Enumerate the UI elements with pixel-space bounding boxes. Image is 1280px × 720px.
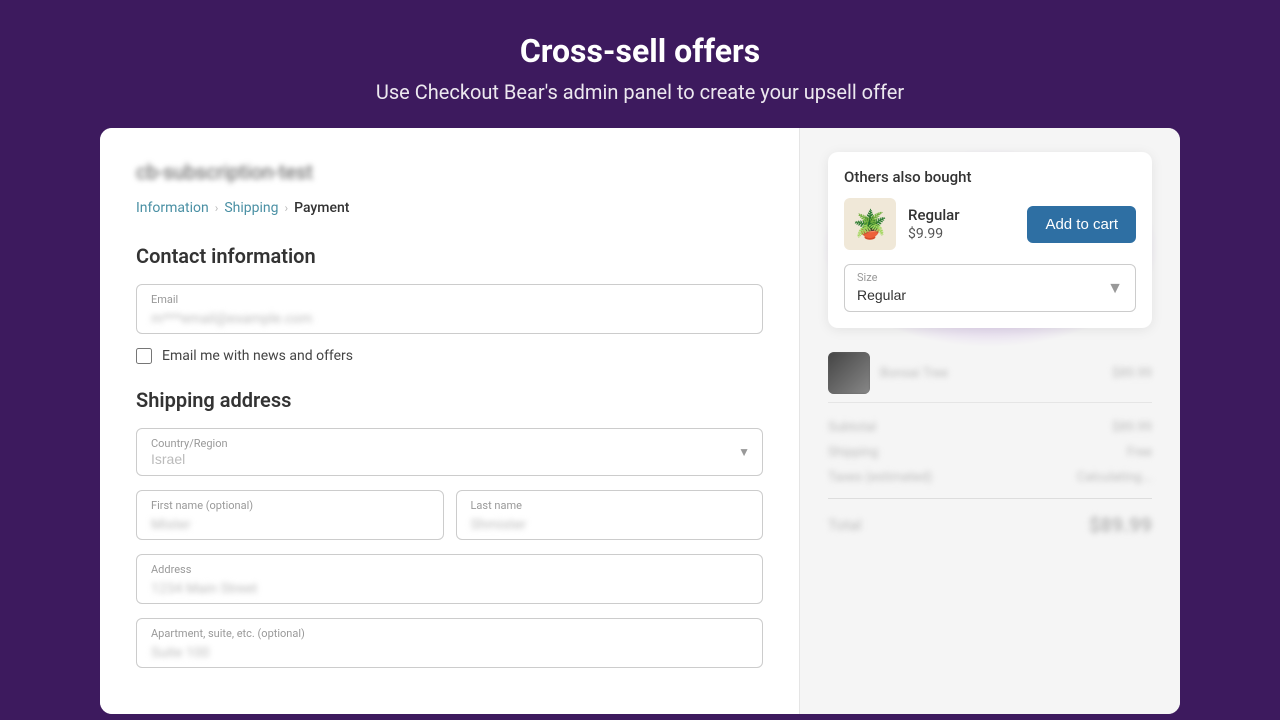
- breadcrumb-sep-1: ›: [215, 201, 219, 215]
- size-label: Size: [857, 271, 877, 284]
- summary-divider: [828, 498, 1152, 499]
- shipping-value: Free: [1127, 445, 1152, 460]
- product-info: Regular $9.99: [908, 206, 1015, 242]
- order-item-name: Bonsai Tree: [880, 366, 1102, 381]
- shipping-section-title: Shipping address: [136, 388, 763, 412]
- apartment-value: Suite 100: [151, 645, 210, 661]
- header: Cross-sell offers Use Checkout Bear's ad…: [0, 0, 1280, 128]
- taxes-row: Taxes (estimated) Calculating...: [828, 465, 1152, 490]
- email-newsletter-row: Email me with news and offers: [136, 348, 763, 364]
- subtotal-row: Subtotal $89.99: [828, 415, 1152, 440]
- taxes-label: Taxes (estimated): [828, 470, 932, 485]
- product-name: Regular: [908, 206, 1015, 224]
- email-value: m***email@example.com: [151, 311, 312, 327]
- crosssell-product-row: 🪴 Regular $9.99 Add to cart: [844, 198, 1136, 250]
- first-name-form-group: First name (optional) Mister: [136, 490, 444, 540]
- right-panel: Others also bought 🪴 Regular $9.99 Add t…: [800, 128, 1180, 714]
- address-label: Address: [151, 563, 748, 576]
- total-row: Total $89.99: [828, 507, 1152, 543]
- total-label: Total: [828, 516, 862, 534]
- page-subtitle: Use Checkout Bear's admin panel to creat…: [20, 80, 1260, 104]
- product-price: $9.99: [908, 226, 1015, 242]
- taxes-value: Calculating...: [1077, 470, 1152, 485]
- order-item-row: Bonsai Tree $89.99: [828, 344, 1152, 403]
- last-name-wrapper[interactable]: Last name Shmister: [456, 490, 764, 540]
- breadcrumb-payment[interactable]: Payment: [294, 200, 349, 216]
- subtotal-label: Subtotal: [828, 420, 876, 435]
- apartment-wrapper[interactable]: Apartment, suite, etc. (optional) Suite …: [136, 618, 763, 668]
- left-panel: cb-subscription-test Information › Shipp…: [100, 128, 800, 714]
- email-form-group: Email m***email@example.com: [136, 284, 763, 334]
- address-value: 1234 Main Street: [151, 581, 257, 597]
- breadcrumb: Information › Shipping › Payment: [136, 200, 763, 216]
- order-items: Bonsai Tree $89.99: [828, 344, 1152, 403]
- subtotal-value: $89.99: [1112, 420, 1152, 435]
- crosssell-card: Others also bought 🪴 Regular $9.99 Add t…: [828, 152, 1152, 328]
- shipping-row: Shipping Free: [828, 440, 1152, 465]
- apartment-form-group: Apartment, suite, etc. (optional) Suite …: [136, 618, 763, 668]
- email-input-wrapper[interactable]: Email m***email@example.com: [136, 284, 763, 334]
- crosssell-title: Others also bought: [844, 168, 1136, 186]
- first-name-wrapper[interactable]: First name (optional) Mister: [136, 490, 444, 540]
- size-select-wrapper[interactable]: Size Regular ▼: [844, 264, 1136, 312]
- breadcrumb-sep-2: ›: [285, 201, 289, 215]
- order-summary: Subtotal $89.99 Shipping Free Taxes (est…: [828, 415, 1152, 543]
- last-name-label: Last name: [471, 499, 749, 512]
- order-item-img-inner: [828, 352, 870, 394]
- country-form-group: Country/Region Israel ▼: [136, 428, 763, 476]
- page-container: Cross-sell offers Use Checkout Bear's ad…: [0, 0, 1280, 714]
- country-select[interactable]: Israel: [137, 429, 762, 475]
- main-card: cb-subscription-test Information › Shipp…: [100, 128, 1180, 714]
- first-name-value: Mister: [151, 517, 191, 533]
- name-row: First name (optional) Mister Last name S…: [136, 490, 763, 554]
- order-item-price: $89.99: [1112, 366, 1152, 381]
- last-name-form-group: Last name Shmister: [456, 490, 764, 540]
- store-name: cb-subscription-test: [136, 160, 763, 184]
- product-image: 🪴: [844, 198, 896, 250]
- last-name-value: Shmister: [471, 517, 527, 533]
- total-value: $89.99: [1089, 513, 1152, 537]
- apartment-label: Apartment, suite, etc. (optional): [151, 627, 748, 640]
- email-newsletter-label: Email me with news and offers: [162, 348, 353, 364]
- address-form-group: Address 1234 Main Street: [136, 554, 763, 604]
- product-emoji: 🪴: [853, 208, 888, 241]
- first-name-label: First name (optional): [151, 499, 429, 512]
- contact-section-title: Contact information: [136, 244, 763, 268]
- address-wrapper[interactable]: Address 1234 Main Street: [136, 554, 763, 604]
- order-item-image: [828, 352, 870, 394]
- breadcrumb-shipping[interactable]: Shipping: [224, 200, 278, 216]
- country-select-wrapper[interactable]: Country/Region Israel ▼: [136, 428, 763, 476]
- email-newsletter-checkbox[interactable]: [136, 348, 152, 364]
- page-title: Cross-sell offers: [20, 32, 1260, 70]
- shipping-label: Shipping: [828, 445, 878, 460]
- add-to-cart-button[interactable]: Add to cart: [1027, 206, 1136, 243]
- breadcrumb-information[interactable]: Information: [136, 200, 209, 216]
- size-select[interactable]: Regular: [845, 265, 1135, 311]
- email-label: Email: [151, 293, 748, 306]
